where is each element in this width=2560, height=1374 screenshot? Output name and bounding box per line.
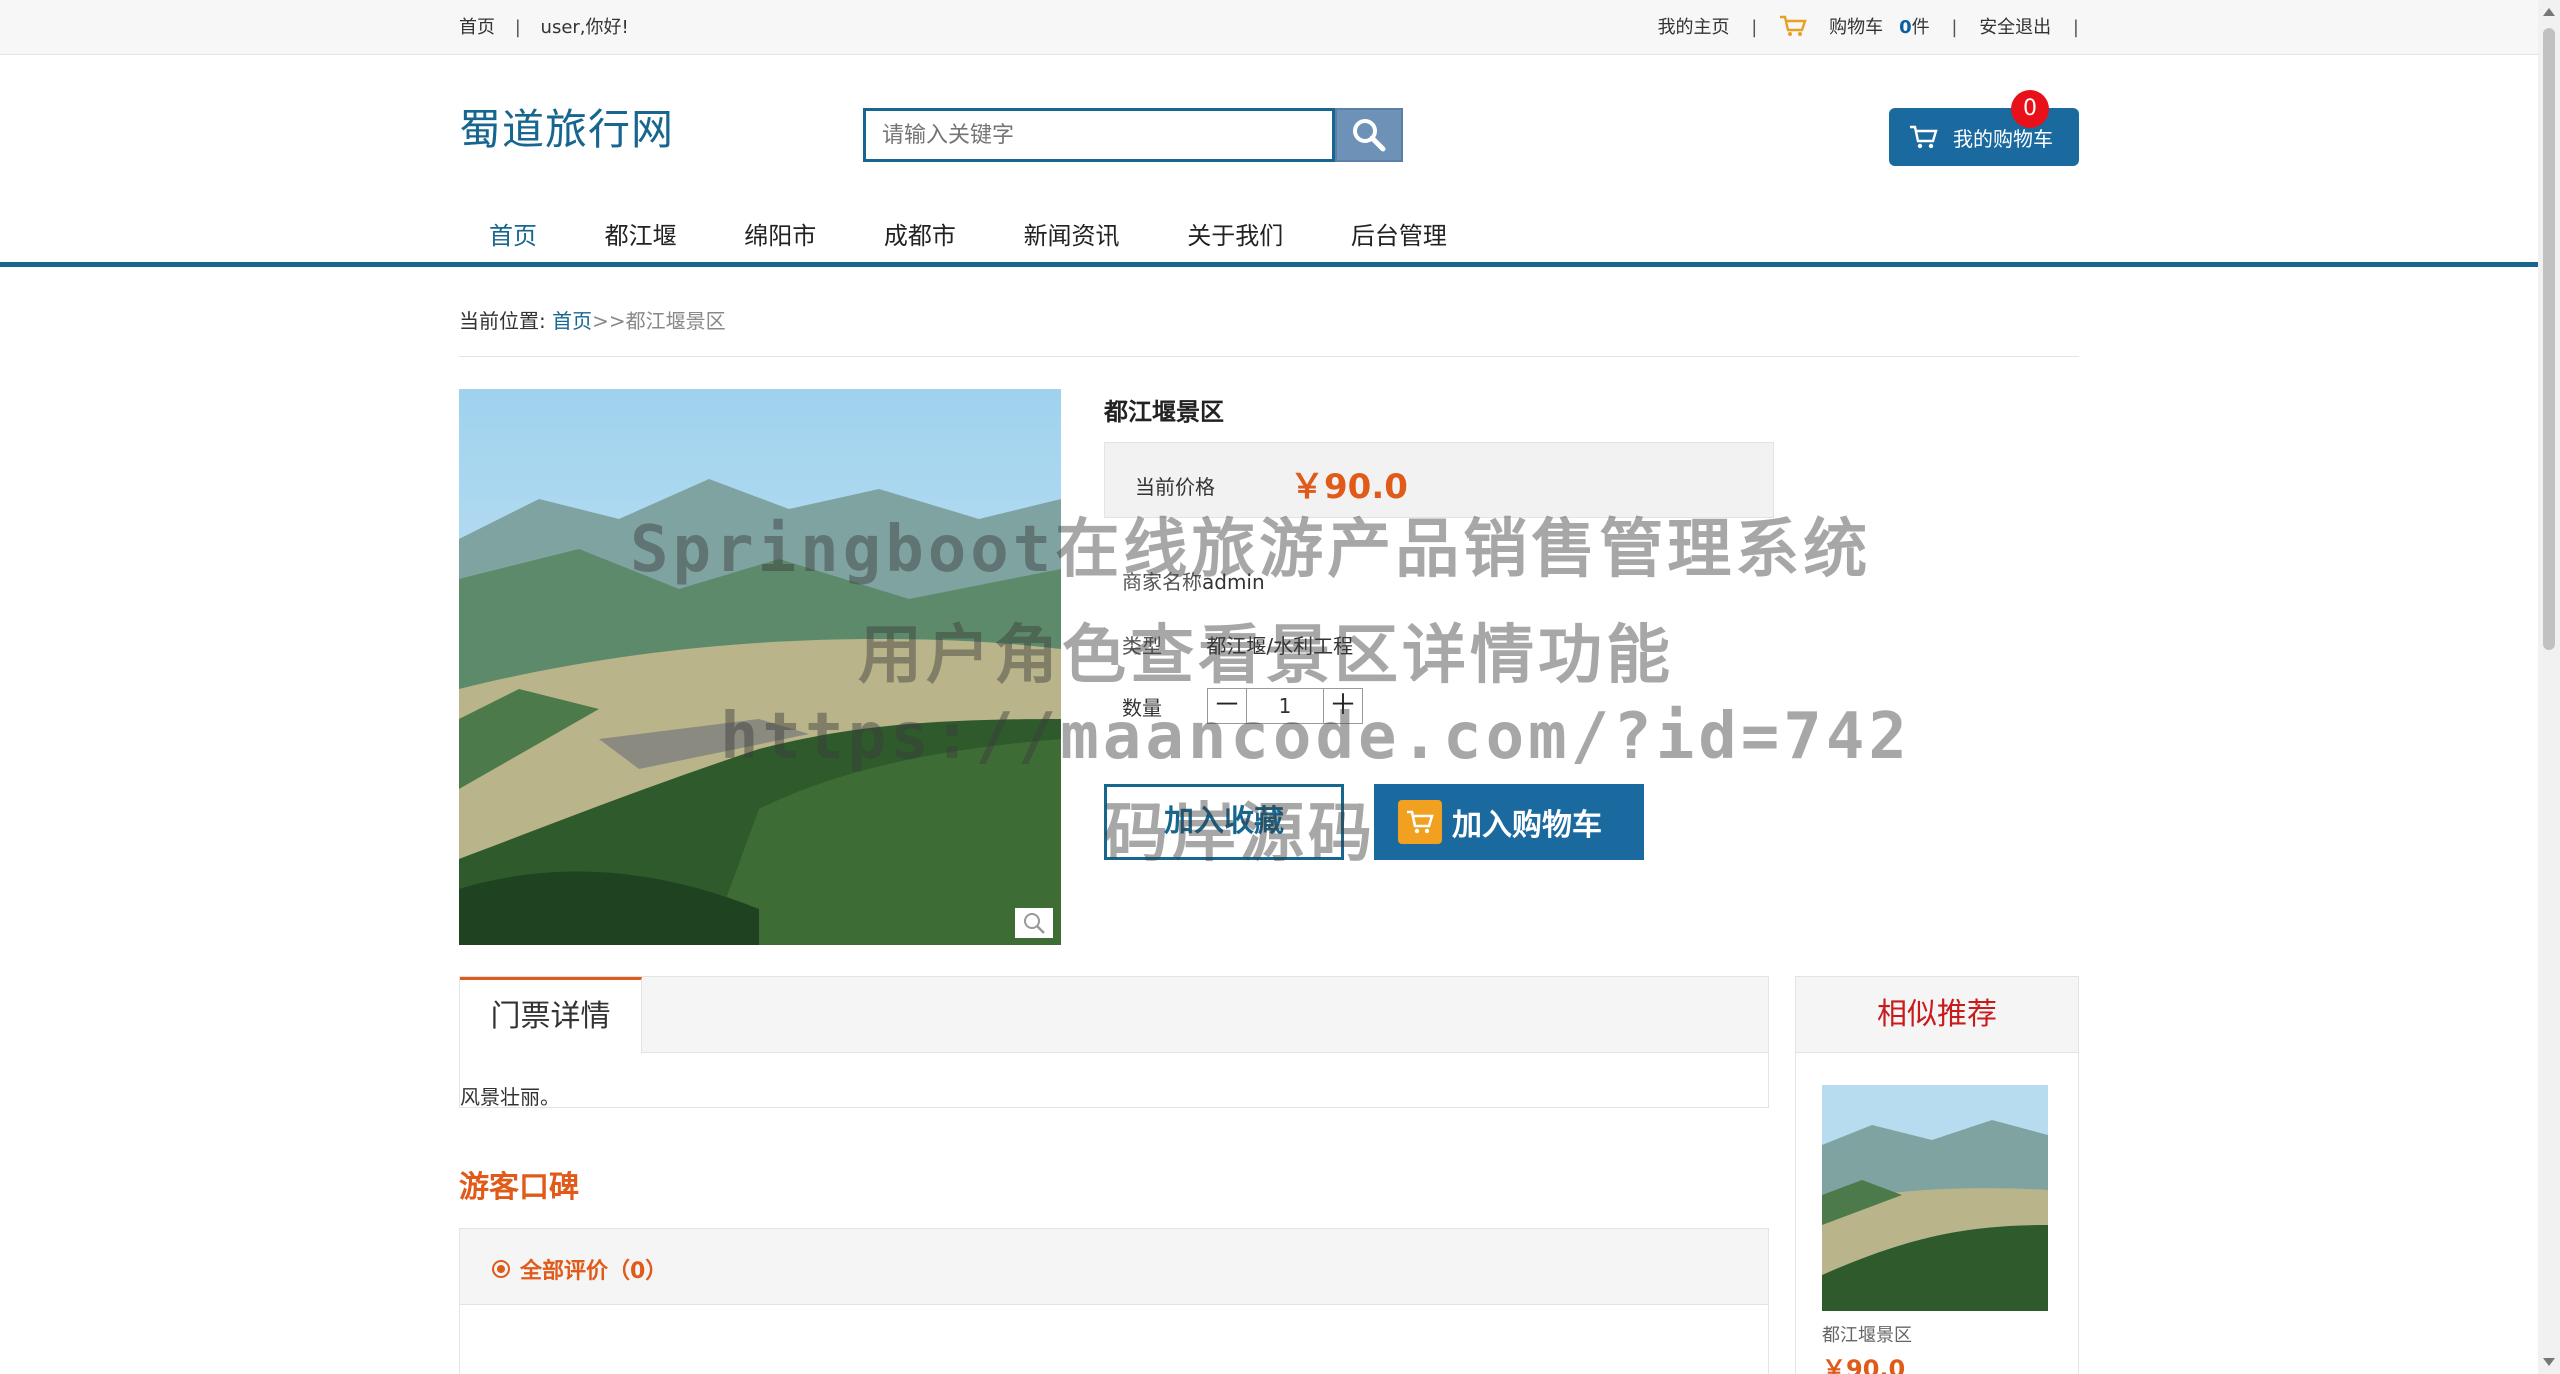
breadcrumb-prefix: 当前位置: — [459, 309, 546, 333]
price-value: ￥90.0 — [1290, 459, 1408, 508]
main-nav: 首页 都江堰 绵阳市 成都市 新闻资讯 关于我们 后台管理 — [459, 208, 1477, 264]
separator: | — [515, 17, 521, 38]
ticket-details-panel: 门票详情 风景壮丽。 — [459, 976, 1769, 1108]
breadcrumb-home[interactable]: 首页 — [552, 309, 592, 333]
search-button[interactable] — [1335, 108, 1403, 162]
type-value: 都江堰/水利工程 — [1206, 634, 1353, 658]
product-image — [459, 389, 1061, 945]
breadcrumb-current: 都江堰景区 — [626, 309, 726, 333]
my-cart-button[interactable]: 我的购物车 0 — [1889, 108, 2079, 166]
merchant-row: 商家名称admin — [1122, 566, 1265, 595]
add-to-cart-label: 加入购物车 — [1452, 800, 1602, 844]
top-cart-link[interactable]: 购物车 0件 — [1779, 17, 1935, 38]
reviews-filter-bar: 全部评价（0） — [460, 1229, 1768, 1305]
nav-item-chengdu[interactable]: 成都市 — [854, 208, 986, 264]
vertical-scrollbar[interactable] — [2538, 0, 2560, 1374]
logout-link[interactable]: 安全退出 — [1979, 17, 2051, 38]
similar-item-name[interactable]: 都江堰景区 — [1822, 1321, 1912, 1347]
separator: | — [1751, 17, 1757, 38]
search-icon — [1349, 115, 1389, 155]
cart-badge: 0 — [2011, 90, 2049, 128]
qty-minus-button[interactable]: － — [1207, 688, 1247, 724]
qty-label: 数量 — [1122, 692, 1162, 721]
similar-panel: 相似推荐 都江堰景区 ￥90.0 — [1795, 976, 2079, 1374]
tab-ticket-details[interactable]: 门票详情 — [460, 977, 642, 1054]
reviews-title: 游客口碑 — [459, 1162, 579, 1206]
search-bar — [863, 108, 1403, 162]
cart-icon — [1398, 800, 1442, 844]
site-logo[interactable]: 蜀道旅行网 — [459, 96, 674, 157]
my-home-link[interactable]: 我的主页 — [1658, 17, 1730, 38]
header: 蜀道旅行网 我的购物车 0 首页 都江堰 绵阳市 成都市 新闻资讯 — [0, 56, 2538, 264]
merchant-label: 商家名称 — [1122, 570, 1202, 594]
cart-icon — [1909, 124, 1939, 150]
similar-item-image[interactable] — [1822, 1085, 2048, 1311]
nav-item-home[interactable]: 首页 — [459, 208, 567, 264]
breadcrumb-arrow: >> — [592, 309, 626, 333]
similar-item-price: ￥90.0 — [1822, 1349, 1905, 1374]
separator: | — [2073, 17, 2079, 38]
top-home-link[interactable]: 首页 — [459, 17, 495, 38]
merchant-value: admin — [1202, 570, 1265, 594]
qty-value[interactable]: 1 — [1247, 688, 1323, 724]
add-favorite-button[interactable]: 加入收藏 — [1104, 784, 1344, 860]
radio-icon — [492, 1260, 510, 1278]
qty-plus-button[interactable]: ＋ — [1323, 688, 1363, 724]
nav-item-admin[interactable]: 后台管理 — [1321, 208, 1477, 264]
search-input[interactable] — [863, 108, 1335, 162]
quantity-stepper: － 1 ＋ — [1207, 688, 1363, 724]
greeting-text: user,你好! — [541, 17, 629, 38]
separator: | — [1951, 17, 1957, 38]
product-title: 都江堰景区 — [1104, 392, 1224, 427]
scroll-down-arrow[interactable] — [2543, 1358, 2555, 1366]
zoom-button[interactable] — [1015, 908, 1053, 938]
similar-title: 相似推荐 — [1796, 977, 2078, 1053]
add-to-cart-button[interactable]: 加入购物车 — [1374, 784, 1644, 860]
nav-item-about[interactable]: 关于我们 — [1157, 208, 1313, 264]
cart-suffix: 件 — [1912, 17, 1930, 38]
divider — [459, 356, 2079, 357]
scroll-thumb[interactable] — [2543, 28, 2555, 650]
top-bar: 首页 | user,你好! 我的主页 | 购物车 0件 | 安全退出 | — [0, 0, 2538, 55]
reviews-panel: 全部评价（0） — [459, 1228, 1769, 1374]
nav-item-dujiangyan[interactable]: 都江堰 — [575, 208, 707, 264]
scroll-up-arrow[interactable] — [2543, 8, 2555, 16]
cart-count: 0 — [1899, 17, 1912, 38]
details-text: 风景壮丽。 — [460, 1081, 560, 1110]
filter-all-label: 全部评价（0） — [520, 1253, 667, 1285]
cart-prefix: 购物车 — [1829, 17, 1883, 38]
price-box: 当前价格 ￥90.0 — [1104, 442, 1774, 518]
details-tabbar: 门票详情 — [460, 977, 1768, 1053]
price-label: 当前价格 — [1135, 471, 1215, 500]
breadcrumb: 当前位置: 首页>>都江堰景区 — [459, 305, 726, 334]
nav-item-mianyang[interactable]: 绵阳市 — [714, 208, 846, 264]
zoom-icon — [1021, 910, 1047, 936]
cart-icon — [1779, 14, 1807, 38]
type-row: 类型 都江堰/水利工程 — [1122, 630, 1353, 659]
page: 首页 | user,你好! 我的主页 | 购物车0件 | 安全退出 | 蜀道旅 — [0, 0, 2560, 1374]
my-cart-label: 我的购物车 — [1953, 123, 2053, 152]
filter-all-reviews[interactable]: 全部评价（0） — [492, 1253, 667, 1285]
type-label: 类型 — [1122, 634, 1162, 658]
nav-underline — [0, 262, 2538, 267]
nav-item-news[interactable]: 新闻资讯 — [994, 208, 1150, 264]
